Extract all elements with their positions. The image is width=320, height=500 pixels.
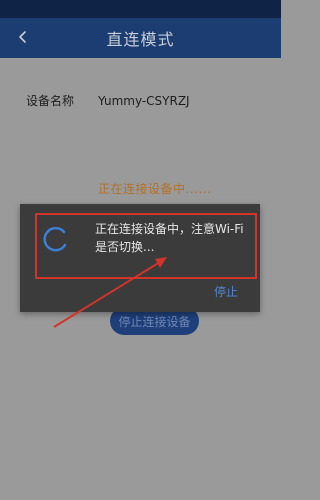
- dialog-stop-button[interactable]: 停止: [214, 283, 238, 300]
- page-title: 直连模式: [106, 30, 175, 49]
- device-name-label: 设备名称: [26, 94, 75, 108]
- loading-spinner-icon: [43, 226, 67, 252]
- back-button[interactable]: [10, 24, 36, 50]
- connecting-status-text: 正在连接设备中......: [98, 182, 212, 196]
- device-name-value: Yummy-CSYRZJ: [98, 93, 190, 108]
- app-bar: 直连模式: [0, 18, 281, 58]
- dialog-message: 正在连接设备中，注意Wi-Fi是否切换...: [95, 222, 244, 254]
- chevron-left-icon: [19, 31, 26, 43]
- connecting-dialog: 正在连接设备中，注意Wi-Fi是否切换... 停止: [20, 204, 260, 312]
- device-name-row: 设备名称 Yummy-CSYRZJ: [26, 92, 190, 109]
- status-bar: [0, 0, 281, 18]
